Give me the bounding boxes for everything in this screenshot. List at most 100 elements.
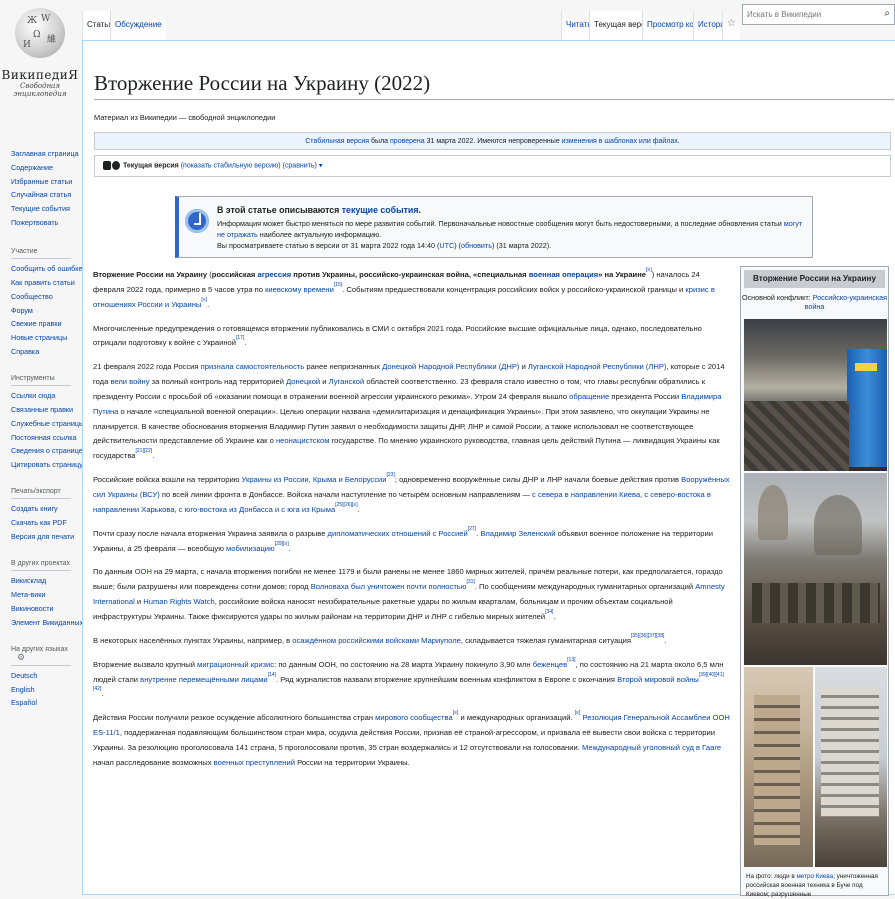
vehicles-shape: [752, 583, 880, 623]
reference[interactable]: [25][26][≡]: [335, 502, 357, 508]
gear-icon[interactable]: ⚙: [17, 652, 25, 662]
paragraph: Действия России получили резкое осуждени…: [93, 711, 733, 770]
sidebar-item-featured[interactable]: Избранные статьи: [11, 177, 72, 186]
sidebar-item-donate[interactable]: Пожертвовать: [11, 218, 58, 227]
reference[interactable]: [21][22]: [136, 448, 153, 454]
link[interactable]: ООН: [135, 567, 152, 576]
link[interactable]: беженцев: [533, 660, 567, 669]
sidebar-item-cite[interactable]: Цитировать страницу: [11, 460, 83, 469]
sidebar-item-special-pages[interactable]: Служебные страницы: [11, 419, 84, 428]
stable-version-link[interactable]: Стабильная версия: [305, 138, 369, 145]
damaged-highrise-photo[interactable]: [815, 667, 887, 867]
tree-shape: [758, 485, 788, 540]
reference[interactable]: [27]: [468, 526, 476, 532]
current-events-link[interactable]: текущие события: [342, 205, 419, 215]
sidebar-item-recent-changes[interactable]: Свежие правки: [11, 319, 62, 328]
reference[interactable]: [34]: [545, 609, 553, 615]
text: По данным: [93, 567, 135, 577]
link[interactable]: мирового сообщества: [375, 713, 453, 722]
reference[interactable]: [35][36][37][38]: [631, 633, 664, 639]
link[interactable]: дипломатических отношений с Россией: [328, 529, 468, 538]
link[interactable]: вели войну: [110, 377, 149, 386]
link[interactable]: обращение: [569, 392, 609, 401]
portal-heading: Участие: [11, 248, 71, 260]
watch-star-icon[interactable]: ☆: [722, 11, 740, 40]
sidebar-item-commons[interactable]: Викисклад: [11, 576, 46, 585]
utc-link[interactable]: UTC: [439, 241, 454, 250]
reference[interactable]: [23]: [387, 472, 395, 478]
metro-shelter-photo[interactable]: [744, 319, 887, 471]
reference[interactable]: [29][≡]: [275, 541, 289, 547]
link[interactable]: Второй мировой войны: [617, 675, 699, 684]
link[interactable]: военная операция: [529, 270, 598, 279]
link[interactable]: военных преступлений: [214, 758, 295, 767]
link[interactable]: осаждённом российскими войсками Мариупол…: [292, 636, 461, 645]
show-stable-link[interactable]: (показать стабильную версию) (сравнить) …: [179, 162, 323, 169]
link[interactable]: неонацистском: [276, 436, 330, 445]
sidebar-item-permalink[interactable]: Постоянная ссылка: [11, 433, 77, 442]
sidebar-item-how-to-edit[interactable]: Как править статьи: [11, 278, 75, 287]
reference[interactable]: [13]: [567, 657, 575, 663]
link[interactable]: признала самостоятельность: [201, 362, 305, 371]
text: » на Украине: [598, 270, 647, 279]
sidebar-item-what-links-here[interactable]: Ссылки сюда: [11, 391, 55, 400]
conflict-link[interactable]: Российско-украинская война: [805, 293, 887, 311]
search-input[interactable]: Искать в Википедии ⌕: [742, 4, 895, 25]
reference[interactable]: [31]: [466, 579, 474, 585]
damaged-building-photo[interactable]: [744, 667, 813, 867]
link[interactable]: Международный уголовный суд в Гааге: [582, 743, 721, 752]
text: .: [418, 205, 421, 215]
paragraph: Вторжение России на Украину (российская …: [93, 268, 733, 312]
sidebar-item-related-changes[interactable]: Связанные правки: [11, 405, 73, 414]
current-events-notice: В этой статье описываются текущие событи…: [175, 196, 813, 258]
changes-link[interactable]: изменения в шаблонах или файлах: [562, 138, 678, 145]
reference[interactable]: [17]: [236, 335, 244, 341]
sidebar-item-lang-es[interactable]: Español: [11, 698, 37, 707]
sidebar-item-lang-en[interactable]: English: [11, 685, 35, 694]
sidebar-item-download-pdf[interactable]: Скачать как PDF: [11, 518, 67, 527]
caption-link[interactable]: метро Киева: [796, 873, 833, 880]
sidebar-item-meta[interactable]: Мета-вики: [11, 590, 45, 599]
link[interactable]: Луганской: [329, 377, 365, 386]
reference[interactable]: [15]: [334, 282, 342, 288]
link[interactable]: Волноваха был уничтожен почти полностью: [311, 582, 467, 591]
link[interactable]: киевскому времени: [265, 285, 334, 294]
checked-link[interactable]: проверена: [390, 138, 425, 145]
sidebar-item-wikidata[interactable]: Элемент Викиданных: [11, 618, 83, 627]
text: и: [519, 362, 528, 372]
link[interactable]: агрессия: [257, 270, 291, 279]
sidebar-item-forum[interactable]: Форум: [11, 306, 33, 315]
sidebar-item-community[interactable]: Сообщество: [11, 292, 53, 301]
sidebar-item-printable[interactable]: Версия для печати: [11, 532, 74, 541]
sidebar-item-help[interactable]: Справка: [11, 347, 39, 356]
link[interactable]: миграционный кризис: [197, 660, 274, 669]
sidebar-item-create-book[interactable]: Создать книгу: [11, 504, 58, 513]
sidebar-item-wikinews[interactable]: Викиновости: [11, 604, 54, 613]
sidebar-item-new-pages[interactable]: Новые страницы: [11, 333, 67, 342]
wikipedia-logo[interactable]: ЖWΩ維И ВикипедиЯ Свободная энциклопедия: [0, 0, 80, 120]
link[interactable]: Донецкой Народной Республики (ДНР): [382, 362, 519, 371]
link[interactable]: Луганской Народной Республики (ЛНР): [528, 362, 667, 371]
link[interactable]: мобилизацию: [226, 544, 275, 553]
link[interactable]: Human Rights Watch: [143, 597, 214, 606]
link[interactable]: внутренне перемещёнными лицами: [140, 675, 268, 684]
sidebar-item-lang-de[interactable]: Deutsch: [11, 671, 37, 680]
search-icon[interactable]: ⌕: [884, 8, 890, 19]
link[interactable]: Донецкой: [286, 377, 320, 386]
destroyed-vehicles-photo[interactable]: [744, 473, 887, 665]
sidebar-item-page-info[interactable]: Сведения о странице: [11, 446, 83, 455]
text: российская: [211, 270, 258, 279]
link[interactable]: Владимир Зеленский: [480, 529, 555, 538]
sidebar-item-report-error[interactable]: Сообщить об ошибке: [11, 264, 83, 273]
reference[interactable]: [≡]: [575, 710, 581, 716]
infobox: Вторжение России на Украину Основной кон…: [740, 266, 889, 898]
tab-talk[interactable]: Обсуждение: [110, 11, 166, 40]
refresh-link[interactable]: обновить: [461, 241, 492, 250]
sidebar-item-contents[interactable]: Содержание: [11, 163, 53, 172]
reference[interactable]: [14]: [268, 672, 276, 678]
infobox-conflict: Основной конфликт: Российско-украинская …: [741, 293, 888, 311]
link[interactable]: Украины из России, Крыма и Белоруссии: [242, 475, 387, 484]
sidebar-item-main-page[interactable]: Заглавная страница: [11, 149, 79, 158]
sidebar-item-random[interactable]: Случайная статья: [11, 190, 71, 199]
sidebar-item-current-events[interactable]: Текущие события: [11, 204, 70, 213]
